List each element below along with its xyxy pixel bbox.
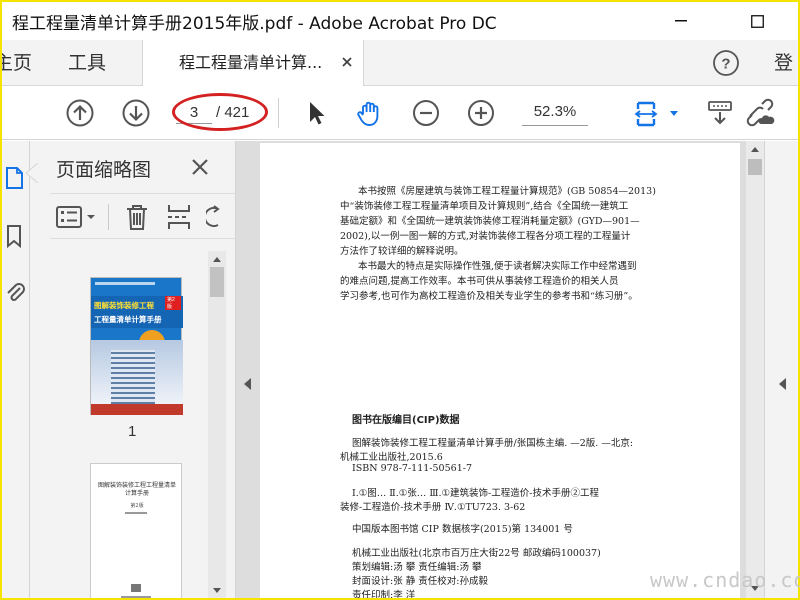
thumb2-edition: 第2版 bbox=[130, 503, 144, 509]
options-menu-icon[interactable] bbox=[56, 205, 100, 229]
zoom-in-icon[interactable] bbox=[465, 97, 497, 129]
close-icon[interactable] bbox=[339, 54, 355, 70]
body-line: 方法作了较详细的解释说明。 bbox=[340, 246, 464, 257]
toolbar-divider bbox=[278, 98, 279, 128]
hand-tool-icon[interactable] bbox=[354, 97, 386, 129]
collapse-left-icon[interactable] bbox=[242, 377, 252, 391]
zoom-level[interactable]: 52.3% bbox=[522, 100, 588, 126]
sign-in-link[interactable]: 登 bbox=[774, 40, 793, 86]
body-line: 本书最大的特点是实际操作性强,便于读者解决实际工作中经常遇到 bbox=[358, 261, 637, 272]
site-watermark: www.cndao.com bbox=[650, 568, 800, 592]
cip-line: 图解装饰装修工程工程量清单计算手册/张国栋主编. —2版. —北京: bbox=[352, 438, 634, 449]
scroll-thumb[interactable] bbox=[748, 159, 762, 175]
cover-footer bbox=[91, 404, 183, 415]
navigation-rail bbox=[2, 141, 30, 598]
svg-text:?: ? bbox=[721, 56, 730, 73]
expand-right-pane-icon[interactable] bbox=[777, 377, 787, 391]
body-line: 中“装饰装修工程工程量清单项目及计算规则”,结合《全国统一建筑工 bbox=[340, 201, 629, 212]
body-line: 的难点问题,提高工作效率。本书可供从事装修工程造价的相关人员 bbox=[340, 276, 619, 287]
tab-tools[interactable]: 工具 bbox=[68, 40, 106, 86]
tab-document[interactable]: 程工程量清单计算... bbox=[142, 40, 364, 86]
panel-pointer bbox=[26, 163, 38, 183]
panel-toolbar bbox=[50, 193, 246, 239]
body-line: 2002),以一例一图一解的方式,对装饰装修工程各分项工程的工程量计 bbox=[340, 231, 631, 242]
maximize-button[interactable] bbox=[734, 6, 780, 36]
panel-title: 页面缩略图 bbox=[56, 159, 152, 181]
cover-title-1: 图解装饰装修工程 bbox=[94, 301, 154, 310]
cover-header-line bbox=[95, 282, 155, 285]
panel-divider bbox=[108, 204, 109, 230]
body-line: 学习参考,也可作为高校工程造价及相关专业学生的参考书和“练习册”。 bbox=[340, 291, 638, 302]
menu-bar: 主页 工具 程工程量清单计算... ? 登 bbox=[2, 40, 798, 86]
thumb2-publisher-logo bbox=[131, 584, 141, 592]
right-pane-collapsed bbox=[764, 141, 798, 598]
select-cursor-icon[interactable] bbox=[300, 97, 332, 129]
title-bar: 程工程量清单计算手册2015年版.pdf - Adobe Acrobat Pro… bbox=[2, 2, 798, 40]
thumb2-title: 图解装饰装修工程工程量清单计算手册 bbox=[97, 482, 176, 497]
minimize-button[interactable] bbox=[658, 6, 704, 36]
thumbnail-page-1[interactable]: 图解装饰装修工程 工程量清单计算手册 第2版 bbox=[90, 277, 183, 415]
insert-page-icon[interactable] bbox=[166, 203, 192, 231]
rotate-page-icon[interactable] bbox=[206, 203, 226, 231]
cip-heading: 图书在版编目(CIP)数据 bbox=[352, 415, 460, 426]
scroll-thumb[interactable] bbox=[210, 267, 224, 297]
thumbnails-panel: 页面缩略图 图解装饰装修工程 工程量清单计算手册 第2版 1 图解装饰装修工程工… bbox=[26, 141, 246, 598]
toolbar: / 421 52.3% bbox=[2, 86, 798, 140]
cip-line: Ⅰ.①图… Ⅱ.①张… Ⅲ.①建筑装饰-工程造价-技术手册②工程 bbox=[352, 488, 599, 499]
zoom-out-icon[interactable] bbox=[410, 97, 442, 129]
red-annotation-ellipse bbox=[172, 93, 268, 131]
thumb2-publisher-line bbox=[121, 596, 151, 598]
minimize-icon bbox=[675, 20, 687, 22]
thumbnail-list: 图解装饰装修工程 工程量清单计算手册 第2版 1 图解装饰装修工程工程量清单计算… bbox=[30, 251, 208, 598]
cip-line: 策划编辑:汤 攀 责任编辑:汤 攀 bbox=[352, 562, 482, 573]
scroll-up-icon[interactable] bbox=[212, 255, 222, 263]
cip-line: 装修-工程造价-技术手册 Ⅳ.①TU723. 3-62 bbox=[340, 502, 526, 513]
body-line: 本书按照《房屋建筑与装饰工程工程量计算规范》(GB 50854—2013) bbox=[358, 186, 656, 197]
body-line: 基础定额》和《全国统一建筑装饰装修工程消耗量定额》(GYD—901— bbox=[340, 216, 640, 227]
document-scrollbar[interactable] bbox=[746, 141, 764, 598]
close-panel-icon[interactable] bbox=[190, 157, 210, 177]
thumb2-author-line bbox=[125, 512, 147, 514]
window-title: 程工程量清单计算手册2015年版.pdf - Adobe Acrobat Pro… bbox=[12, 13, 497, 34]
help-icon[interactable]: ? bbox=[712, 49, 740, 77]
cip-line: 机械工业出版社,2015.6 bbox=[340, 452, 443, 463]
previous-page-icon[interactable] bbox=[64, 97, 96, 129]
bookmarks-icon[interactable] bbox=[4, 223, 24, 249]
thumbnail-page-2[interactable]: 图解装饰装修工程工程量清单计算手册 第2版 bbox=[90, 463, 182, 598]
scroll-down-icon[interactable] bbox=[212, 587, 222, 595]
cip-line: ISBN 978-7-111-50561-7 bbox=[352, 463, 472, 474]
scroll-up-icon[interactable] bbox=[750, 145, 760, 153]
cip-line: 机械工业出版社(北京市百万庄大街22号 邮政编码100037) bbox=[352, 548, 601, 559]
cover-building bbox=[111, 350, 155, 404]
cip-line: 封面设计:张 静 责任校对:孙成毅 bbox=[352, 576, 488, 587]
edition-badge: 第2版 bbox=[165, 296, 181, 310]
panel-scrollbar[interactable] bbox=[208, 251, 226, 598]
document-tab-label: 程工程量清单计算... bbox=[179, 53, 323, 72]
cip-line: 中国版本图书馆 CIP 数据核字(2015)第 134001 号 bbox=[352, 524, 573, 535]
share-link-icon[interactable] bbox=[744, 97, 776, 129]
maximize-icon bbox=[750, 14, 764, 28]
cover-title-2: 工程量清单计算手册 bbox=[94, 315, 162, 324]
attachments-icon[interactable] bbox=[4, 279, 26, 305]
delete-page-icon[interactable] bbox=[124, 203, 150, 231]
fit-page-icon[interactable] bbox=[632, 97, 682, 129]
pdf-page: 本书按照《房屋建筑与装饰工程工程量计算规范》(GB 50854—2013) 中“… bbox=[260, 143, 740, 598]
read-mode-icon[interactable] bbox=[704, 97, 736, 129]
thumbnail-page-label: 1 bbox=[128, 423, 137, 440]
acrobat-window: 程工程量清单计算手册2015年版.pdf - Adobe Acrobat Pro… bbox=[2, 2, 798, 598]
tab-home[interactable]: 主页 bbox=[2, 40, 32, 86]
page-thumbnails-icon[interactable] bbox=[4, 165, 24, 191]
cip-line: 责任印制:李 洋 bbox=[352, 590, 416, 598]
next-page-icon[interactable] bbox=[120, 97, 152, 129]
document-viewer: 本书按照《房屋建筑与装饰工程工程量计算规范》(GB 50854—2013) 中“… bbox=[236, 141, 798, 598]
